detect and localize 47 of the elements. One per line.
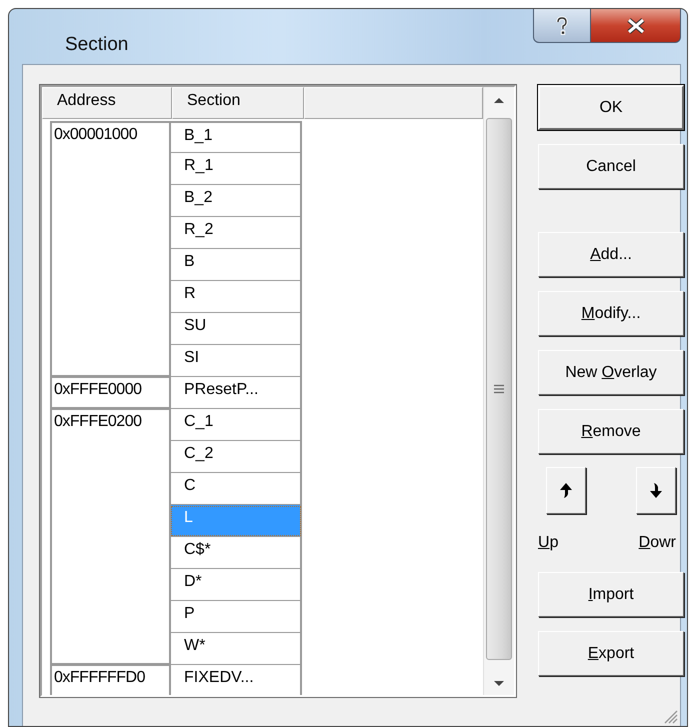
address-cell: 0xFFFFFFD0 (50, 665, 170, 695)
list-row[interactable]: FIXEDV... (170, 665, 302, 695)
list-row[interactable]: P (170, 601, 302, 633)
close-button[interactable] (591, 9, 681, 43)
button-label: Dowr (638, 534, 676, 552)
list-row[interactable]: C_1 (170, 409, 302, 441)
list-row[interactable]: D* (170, 569, 302, 601)
dialog-button[interactable]: OK (538, 85, 684, 130)
list-row[interactable]: SI (170, 345, 302, 377)
list-row[interactable]: PResetP... (170, 377, 302, 409)
question-mark-icon (555, 16, 569, 36)
address-cell: 0xFFFE0000 (50, 377, 170, 409)
close-icon (626, 18, 646, 34)
column-header[interactable]: Section (172, 87, 304, 119)
resize-grip-icon[interactable] (662, 708, 678, 724)
list-row[interactable]: B_1 (170, 121, 302, 153)
dialog-button[interactable]: Remove (538, 409, 684, 454)
list-row[interactable]: SU (170, 313, 302, 345)
list-row[interactable]: B_2 (170, 185, 302, 217)
window-title: Section (65, 34, 128, 56)
move-down-button[interactable] (636, 467, 676, 514)
scroll-up-icon[interactable] (493, 97, 506, 104)
dialog-button[interactable]: Cancel (538, 144, 684, 189)
address-cell: 0x00001000 (50, 121, 170, 377)
scroll-thumb[interactable] (486, 118, 512, 660)
dialog-button[interactable]: Modify... (538, 291, 684, 336)
scrollbar[interactable] (483, 87, 514, 695)
dialog-button[interactable]: New Overlay (538, 350, 684, 395)
list-row[interactable]: R (170, 281, 302, 313)
column-header[interactable]: Address (42, 87, 172, 119)
dialog-button[interactable]: Export (538, 631, 684, 676)
list-row[interactable]: C$* (170, 537, 302, 569)
list-row[interactable]: W* (170, 633, 302, 665)
move-up-button[interactable] (546, 467, 586, 514)
scroll-down-icon[interactable] (493, 680, 506, 687)
grip-icon (494, 384, 504, 394)
list-row[interactable]: R_2 (170, 217, 302, 249)
address-cell: 0xFFFE0200 (50, 409, 170, 665)
up-arrow-icon (558, 481, 574, 500)
down-arrow-icon (648, 481, 664, 500)
list-row[interactable]: B (170, 249, 302, 281)
list-row[interactable]: R_1 (170, 153, 302, 185)
list-row[interactable]: C_2 (170, 441, 302, 473)
dialog-button[interactable]: Add... (538, 232, 684, 277)
help-button[interactable] (533, 9, 591, 43)
button-label: Up (538, 534, 558, 552)
dialog-button[interactable]: Import (538, 572, 684, 617)
